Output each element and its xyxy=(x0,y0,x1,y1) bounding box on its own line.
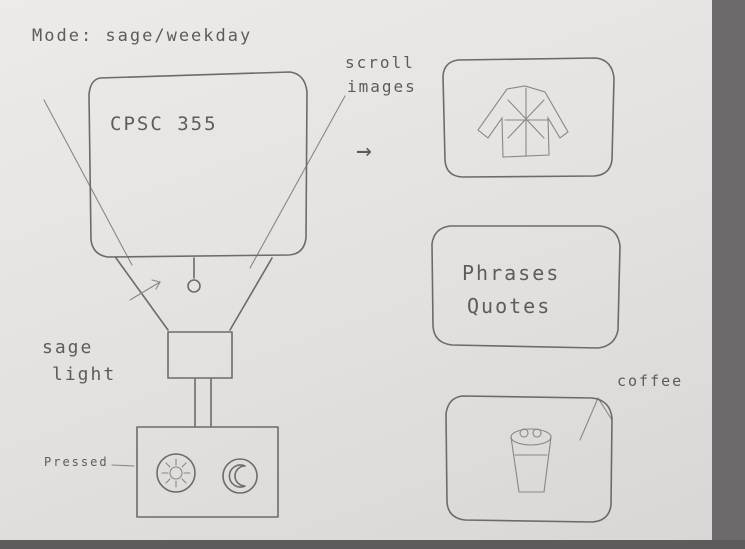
sun-button[interactable] xyxy=(156,453,196,493)
device-screen xyxy=(88,71,308,258)
moon-button[interactable] xyxy=(222,458,258,494)
device-neck xyxy=(167,331,233,379)
coffee-card xyxy=(445,395,613,523)
moon-button-icon xyxy=(228,464,246,488)
arrow-right-icon: → xyxy=(356,136,374,166)
screen-text: CPSC 355 xyxy=(110,113,218,135)
pressed-label: Pressed xyxy=(44,455,109,469)
coffee-cup-icon xyxy=(510,428,552,493)
sketch-drawing: Mode: sage/weekday CPSC 355 sage light P… xyxy=(32,26,683,523)
image-card xyxy=(442,57,615,178)
pressed-pointer xyxy=(111,464,135,467)
lamp-line-right xyxy=(249,95,346,269)
sun-button-icon xyxy=(161,458,191,488)
phrases-card-text: Phrases Quotes xyxy=(462,261,574,318)
jacket-icon xyxy=(477,85,569,158)
mode-label: Mode: sage/weekday xyxy=(32,26,252,46)
coffee-label: coffee xyxy=(617,372,683,390)
phrases-card xyxy=(431,225,621,349)
device-stem xyxy=(194,378,212,427)
moon-button-outline xyxy=(222,458,258,494)
sage-light-label: sage light xyxy=(42,337,116,385)
scroll-images-label: scroll images xyxy=(345,53,426,96)
light-bulb-icon xyxy=(187,279,201,293)
